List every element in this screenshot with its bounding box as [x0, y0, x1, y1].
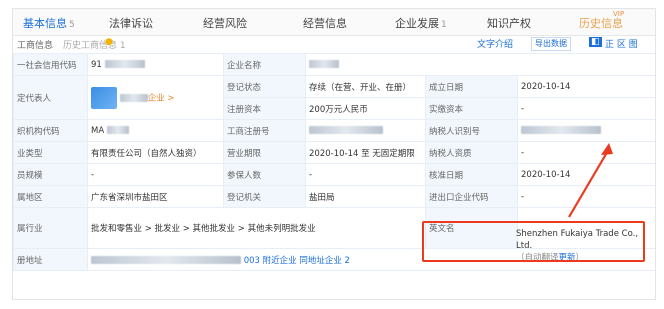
arrow-icon [568, 143, 613, 218]
company-info-panel: 基本信息 5 法律诉讼 经营风险 经营信息 企业发展 1 知识产权 历史信息 VIP … [12, 8, 656, 300]
